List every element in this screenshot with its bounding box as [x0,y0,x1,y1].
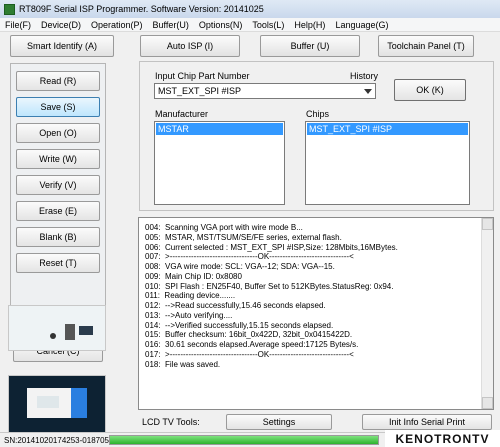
open-button[interactable]: Open (O) [16,123,100,143]
lcd-tools-label: LCD TV Tools: [142,417,200,427]
menu-help[interactable]: Help(H) [289,20,330,30]
menu-bar: File(F) Device(D) Operation(P) Buffer(U)… [0,18,500,32]
log-scrollbar[interactable] [481,218,493,409]
chip-part-number-combo[interactable]: MST_EXT_SPI #ISP [154,83,376,99]
log-line: 007: >---------------------------------O… [145,252,354,262]
action-button-group: Read (R) Save (S) Open (O) Write (W) Ver… [10,63,106,333]
save-button[interactable]: Save (S) [16,97,100,117]
chip-photo-icon [9,376,105,436]
log-line: 018: File was saved. [145,359,221,369]
menu-options[interactable]: Options(N) [194,20,248,30]
smart-identify-button[interactable]: Smart Identify (A) [10,35,114,57]
menu-file[interactable]: File(F) [0,20,36,30]
lcd-tools-bar: LCD TV Tools: Settings Init Info Serial … [138,412,494,432]
read-button[interactable]: Read (R) [16,71,100,91]
log-line: 005: MSTAR, MST/TSUM/SE/FE series, exter… [145,232,342,242]
log-line: 004: Scanning VGA port with wire mode B.… [145,223,303,232]
menu-device[interactable]: Device(D) [36,20,86,30]
chip-part-number-value: MST_EXT_SPI #ISP [158,86,242,96]
erase-button[interactable]: Erase (E) [16,201,100,221]
log-line: 014: -->Verified successfully,15.15 seco… [145,320,334,330]
verify-button[interactable]: Verify (V) [16,175,100,195]
toolbar: Smart Identify (A) Auto ISP (I) Buffer (… [0,33,500,59]
manufacturer-label: Manufacturer [155,109,209,119]
log-line: 017: >---------------------------------O… [145,349,354,359]
buffer-button[interactable]: Buffer (U) [260,35,360,57]
menu-buffer[interactable]: Buffer(U) [148,20,194,30]
programmer-image [8,305,106,351]
log-line: 011: Reading device....... [145,291,236,301]
window-title: RT809F Serial ISP Programmer. Software V… [19,4,264,14]
write-button[interactable]: Write (W) [16,149,100,169]
log-line: 016: 30.61 seconds elapsed.Average speed… [145,340,359,349]
programmer-board-icon [9,306,105,350]
history-label: History [350,71,379,81]
chips-list[interactable]: MST_EXT_SPI #ISP [305,121,470,205]
log-output[interactable]: 004: Scanning VGA port with wire mode B.… [138,217,494,410]
manufacturer-list[interactable]: MSTAR [154,121,285,205]
log-line: 015: Buffer checksum: 16bit_0x422D, 32bi… [145,330,353,340]
title-bar: RT809F Serial ISP Programmer. Software V… [0,0,500,18]
chips-list-item[interactable]: MST_EXT_SPI #ISP [307,123,468,135]
menu-language[interactable]: Language(G) [330,20,393,30]
log-line: 013: -->Auto verifying.... [145,310,233,320]
progress-bar [109,435,379,445]
left-panel: Read (R) Save (S) Open (O) Write (W) Ver… [0,59,112,437]
log-line: 010: SPI Flash : EN25F40, Buffer Set to … [145,281,394,291]
menu-tools[interactable]: Tools(L) [247,20,289,30]
serial-number: SN:20141020174253-018705 [4,435,109,445]
menu-operation[interactable]: Operation(P) [86,20,148,30]
watermark-logo: KENOTRONTV [385,430,500,447]
chip-image [8,375,106,437]
init-info-serial-print-button[interactable]: Init Info Serial Print [362,414,492,430]
manufacturer-list-item[interactable]: MSTAR [156,123,283,135]
toolchain-panel-button[interactable]: Toolchain Panel (T) [378,35,474,57]
blank-button[interactable]: Blank (B) [16,227,100,247]
settings-button[interactable]: Settings [226,414,332,430]
app-window: RT809F Serial ISP Programmer. Software V… [0,0,500,447]
log-line: 008: VGA wire mode: SCL: VGA--12; SDA: V… [145,262,335,271]
chevron-down-icon[interactable] [364,89,372,94]
input-chip-label: Input Chip Part Number [155,71,250,81]
scroll-down-icon[interactable] [482,397,493,409]
chips-label: Chips [306,109,330,119]
auto-isp-button[interactable]: Auto ISP (I) [140,35,240,57]
log-line: 012: -->Read successfully,15.46 seconds … [145,301,326,310]
progress-fill [110,436,378,444]
ok-button[interactable]: OK (K) [394,79,466,101]
log-lines: 004: Scanning VGA port with wire mode B.… [145,223,480,369]
app-icon [4,3,15,15]
log-line: 009: Main Chip ID: 0x8080 [145,271,242,281]
reset-button[interactable]: Reset (T) [16,253,100,273]
scroll-up-icon[interactable] [482,218,493,230]
log-line: 006: Current selected : MST_EXT_SPI #ISP… [145,242,398,252]
